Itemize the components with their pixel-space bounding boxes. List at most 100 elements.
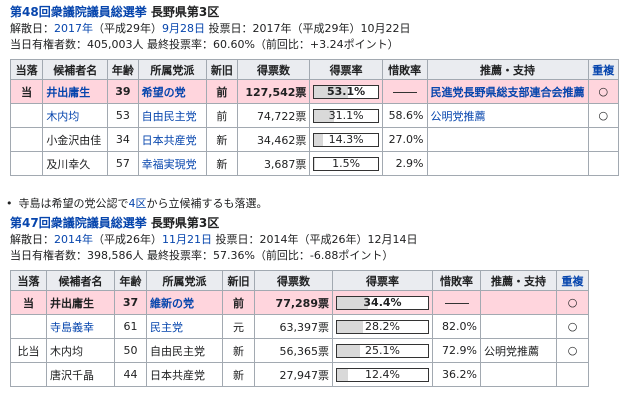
col-ratio: 惜敗率 bbox=[432, 270, 481, 291]
dup-cell: ○ bbox=[556, 338, 589, 363]
dissolution-label: 解散日： bbox=[10, 22, 54, 35]
status-cell: 前 bbox=[206, 103, 238, 128]
rate-cell: 14.3% bbox=[309, 127, 383, 152]
rate-text: 31.1% bbox=[328, 108, 364, 122]
rate-bar: 1.5% bbox=[313, 156, 379, 171]
year-link[interactable]: 2014年 bbox=[54, 233, 93, 246]
result-cell bbox=[10, 362, 47, 387]
support-cell bbox=[480, 314, 557, 339]
election-48-link[interactable]: 第48回衆議院議員総選挙 bbox=[10, 5, 147, 19]
turnout-line: 当日有権者数：398,586人 最終投票率：57.36%（前回比：-6.88ポイ… bbox=[10, 249, 394, 262]
col-name: 候補者名 bbox=[42, 59, 109, 80]
rate-cell: 12.4% bbox=[332, 362, 433, 387]
age-cell: 53 bbox=[107, 103, 139, 128]
status-cell: 前 bbox=[222, 290, 255, 315]
dup-cell: ○ bbox=[556, 314, 589, 339]
support-cell[interactable]: 公明党推薦 bbox=[426, 103, 589, 128]
rate-cell: 1.5% bbox=[309, 151, 383, 176]
age-cell: 39 bbox=[107, 79, 139, 104]
col-dup[interactable]: 重複 bbox=[556, 270, 589, 291]
district-4-link[interactable]: 4区 bbox=[129, 197, 147, 210]
header-row: 当落 候補者名 年齢 所属党派 新旧 得票数 得票率 惜敗率 推薦・支持 重複 bbox=[10, 270, 589, 291]
col-dup[interactable]: 重複 bbox=[587, 59, 619, 80]
rate-bar: 12.4% bbox=[336, 367, 429, 382]
ratio-cell: 27.0% bbox=[381, 127, 428, 152]
party-cell[interactable]: 希望の党 bbox=[137, 79, 208, 104]
result-cell bbox=[9, 151, 44, 176]
party-link[interactable]: 幸福実現党 bbox=[142, 158, 197, 171]
date-link[interactable]: 11月21日 bbox=[162, 233, 212, 246]
col-votes: 得票数 bbox=[254, 270, 333, 291]
status-cell: 前 bbox=[206, 79, 238, 104]
party-link[interactable]: 民主党 bbox=[150, 321, 183, 334]
col-status: 新旧 bbox=[222, 270, 255, 291]
table-row: 木内均 53 自由民主党 前 74,722票 31.1% 58.6% 公明党推薦… bbox=[9, 103, 619, 128]
name-cell[interactable]: 木内均 bbox=[42, 103, 109, 128]
voting-date: 投票日：2014年（平成26年）12月14日 bbox=[212, 233, 418, 246]
col-rate: 得票率 bbox=[309, 59, 383, 80]
party-cell: 日本共産党 bbox=[146, 362, 223, 387]
year-link[interactable]: 2017年 bbox=[54, 22, 93, 35]
result-cell bbox=[9, 127, 44, 152]
support-link[interactable]: 公明党推薦 bbox=[431, 110, 486, 123]
dissolution-line: 解散日：2014年（平成26年）11月21日 投票日：2014年（平成26年）1… bbox=[10, 232, 589, 248]
date-link[interactable]: 9月28日 bbox=[162, 22, 205, 35]
rate-text: 25.1% bbox=[365, 343, 400, 357]
ratio-cell: 82.0% bbox=[432, 314, 481, 339]
election-47-section: 第47回衆議院議員総選挙 長野県第3区 解散日：2014年（平成26年）11月2… bbox=[10, 214, 589, 387]
table-row: 及川幸久 57 幸福実現党 新 3,687票 1.5% 2.9% bbox=[9, 151, 619, 176]
col-ratio: 惜敗率 bbox=[381, 59, 428, 80]
candidate-link[interactable]: 寺島義幸 bbox=[50, 321, 94, 334]
results-table-48: 当落 候補者名 年齢 所属党派 新旧 得票数 得票率 惜敗率 推薦・支持 重複 … bbox=[9, 59, 619, 176]
party-cell[interactable]: 自由民主党 bbox=[137, 103, 208, 128]
dash-mark bbox=[444, 302, 469, 304]
party-cell[interactable]: 民主党 bbox=[146, 314, 223, 339]
name-cell: 木内均 bbox=[46, 338, 115, 363]
party-cell[interactable]: 幸福実現党 bbox=[137, 151, 208, 176]
col-party: 所属党派 bbox=[137, 59, 208, 80]
table-row: 寺島義幸 61 民主党 元 63,397票 28.2% 82.0% ○ bbox=[10, 314, 589, 339]
rate-text: 34.4% bbox=[363, 295, 402, 309]
party-link[interactable]: 希望の党 bbox=[142, 86, 186, 99]
age-cell: 44 bbox=[114, 362, 147, 387]
election-47-link[interactable]: 第47回衆議院議員総選挙 bbox=[10, 216, 147, 230]
support-cell bbox=[426, 127, 589, 152]
col-rate: 得票率 bbox=[332, 270, 433, 291]
note-text-2: から立候補するも落選。 bbox=[146, 197, 268, 210]
support-cell[interactable]: 民進党長野県総支部連合会推薦 bbox=[426, 79, 589, 104]
party-link[interactable]: 日本共産党 bbox=[142, 134, 197, 147]
col-votes: 得票数 bbox=[236, 59, 311, 80]
party-link[interactable]: 自由民主党 bbox=[142, 110, 197, 123]
dup-link[interactable]: 重複 bbox=[562, 275, 584, 288]
votes-cell: 74,722票 bbox=[236, 103, 311, 128]
candidate-link[interactable]: 井出庸生 bbox=[46, 86, 90, 99]
name-cell[interactable]: 井出庸生 bbox=[42, 79, 109, 104]
col-support: 推薦・支持 bbox=[426, 59, 589, 80]
table-row: 比当 木内均 50 自由民主党 新 56,365票 25.1% 72.9% 公明… bbox=[10, 338, 589, 363]
dup-cell: ○ bbox=[587, 79, 619, 104]
dup-link[interactable]: 重複 bbox=[592, 64, 614, 77]
results-table-47: 当落 候補者名 年齢 所属党派 新旧 得票数 得票率 惜敗率 推薦・支持 重複 … bbox=[10, 270, 589, 387]
col-result: 当落 bbox=[10, 270, 47, 291]
ratio-cell: 2.9% bbox=[381, 151, 428, 176]
party-cell[interactable]: 維新の党 bbox=[146, 290, 223, 315]
rate-bar: 28.2% bbox=[336, 319, 429, 334]
support-cell bbox=[480, 362, 557, 387]
rate-text: 53.1% bbox=[326, 84, 366, 98]
rate-text: 1.5% bbox=[332, 156, 361, 170]
footnote: • 寺島は希望の党公認で4区から立候補するも落選。 bbox=[6, 196, 268, 212]
votes-cell: 56,365票 bbox=[254, 338, 333, 363]
support-link[interactable]: 民進党長野県総支部連合会推薦 bbox=[431, 86, 585, 99]
rate-text: 28.2% bbox=[365, 319, 400, 333]
name-cell[interactable]: 寺島義幸 bbox=[46, 314, 115, 339]
candidate-link[interactable]: 木内均 bbox=[46, 110, 79, 123]
status-cell: 新 bbox=[222, 338, 255, 363]
result-cell: 比当 bbox=[10, 338, 47, 363]
party-link[interactable]: 維新の党 bbox=[150, 297, 194, 310]
party-cell[interactable]: 日本共産党 bbox=[137, 127, 208, 152]
party-cell: 自由民主党 bbox=[146, 338, 223, 363]
votes-cell: 127,542票 bbox=[236, 79, 311, 104]
support-cell bbox=[426, 151, 589, 176]
election-47-title: 第47回衆議院議員総選挙 長野県第3区 bbox=[10, 214, 589, 232]
table-row: 小金沢由佳 34 日本共産党 新 34,462票 14.3% 27.0% bbox=[9, 127, 619, 152]
